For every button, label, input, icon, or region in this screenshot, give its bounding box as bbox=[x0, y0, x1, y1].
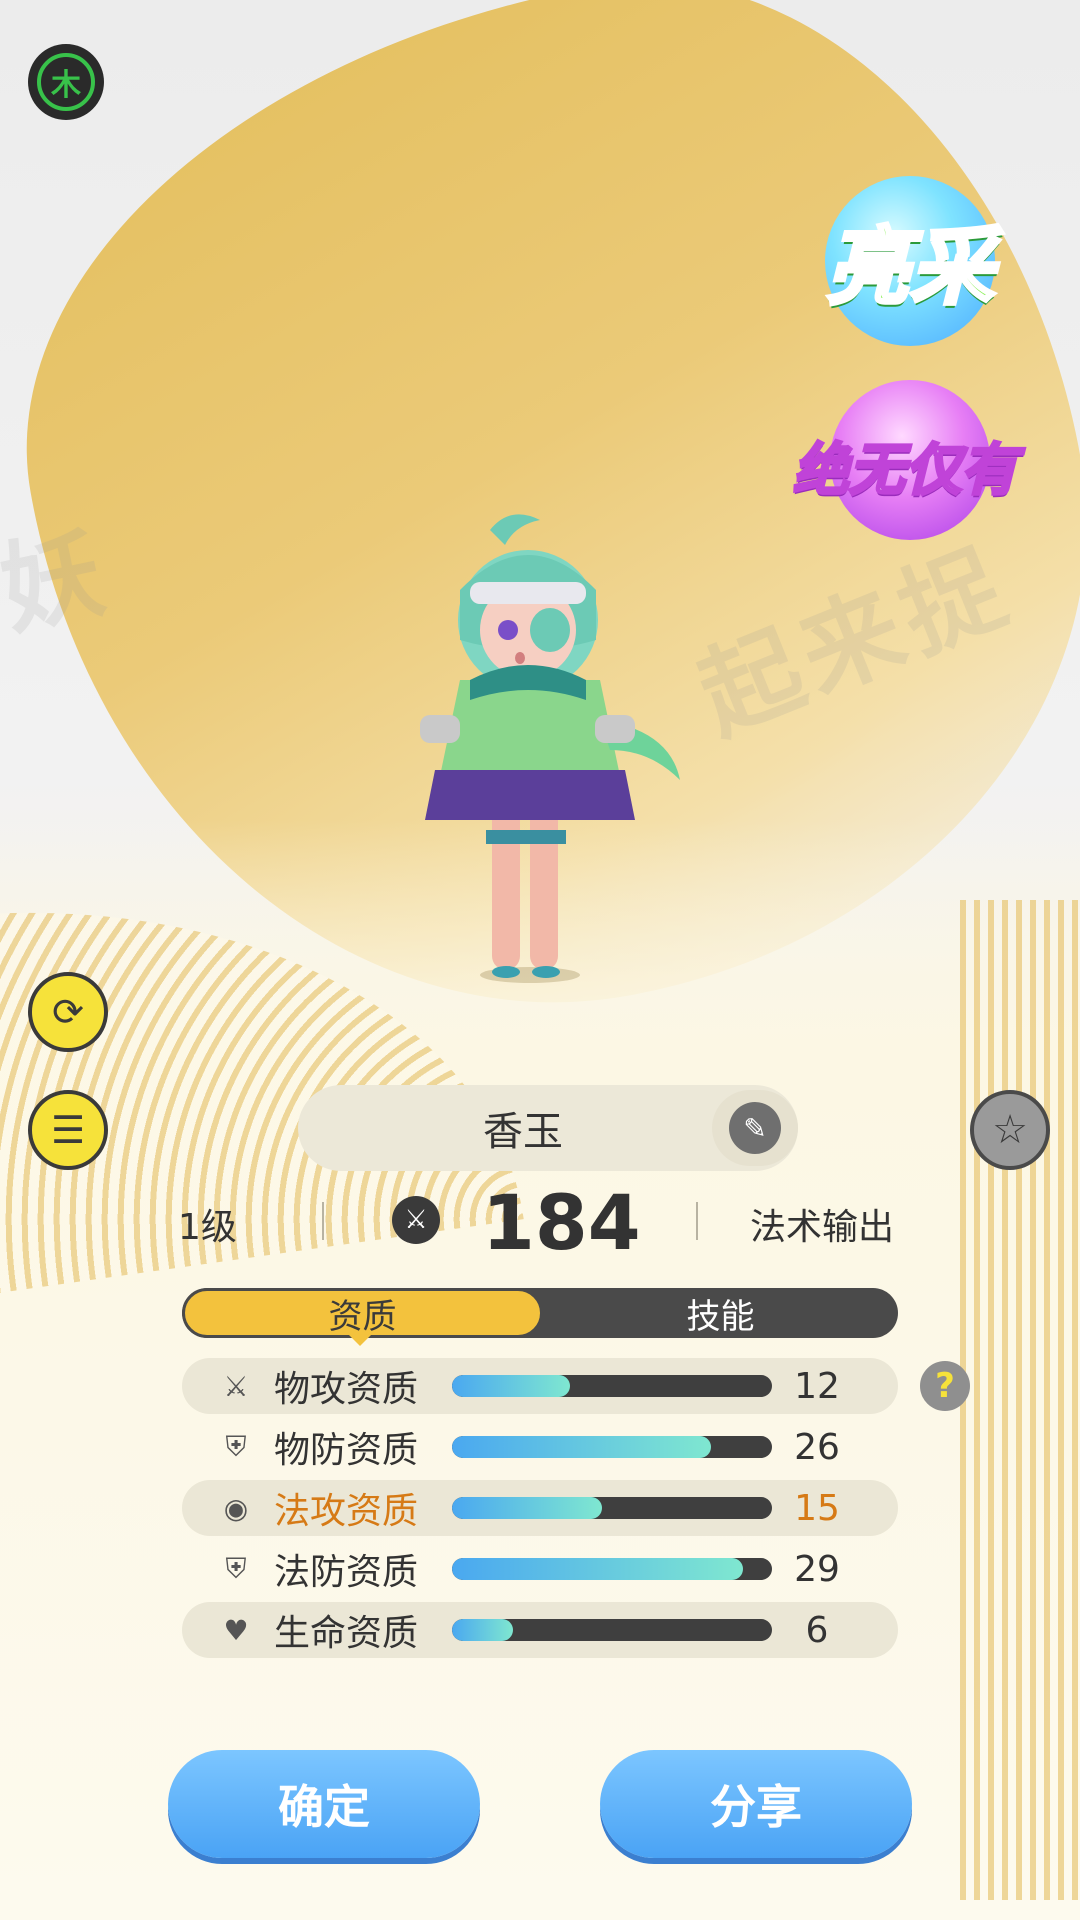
star-icon: ☆ bbox=[992, 1107, 1028, 1153]
element-label: 木 bbox=[37, 53, 95, 111]
stat-bar-fill bbox=[452, 1558, 744, 1580]
stat-value: 12 bbox=[794, 1365, 840, 1407]
tab-pointer bbox=[348, 1334, 372, 1346]
magic-orb-icon: ◉ bbox=[223, 1491, 249, 1525]
stat-bar-fill bbox=[452, 1619, 513, 1641]
stat-label: 生命资质 bbox=[274, 1613, 419, 1654]
stat-bar-fill bbox=[452, 1375, 571, 1397]
stat-value: 29 bbox=[794, 1548, 840, 1590]
unique-label: 绝无仅有 bbox=[792, 436, 1019, 504]
pet-info-row: 1级 ⚔ 184 法术输出 bbox=[0, 1178, 1080, 1267]
divider bbox=[322, 1202, 324, 1240]
unique-tag: 绝无仅有 bbox=[780, 380, 1030, 550]
help-button[interactable]: ? bbox=[920, 1361, 970, 1411]
tab-skills[interactable]: 技能 bbox=[543, 1288, 898, 1338]
stat-label: 法防资质 bbox=[274, 1552, 419, 1593]
tab-aptitude[interactable]: 资质 bbox=[182, 1288, 543, 1338]
list-button[interactable]: ☰ bbox=[28, 1090, 108, 1170]
stat-label: 物防资质 bbox=[274, 1430, 419, 1471]
aptitude-list: ⚔ 物攻资质 12 ⛨ 物防资质 26 ◉ 法攻资质 15 ⛨ 法防资质 29 … bbox=[182, 1358, 898, 1663]
share-button[interactable]: 分享 bbox=[600, 1750, 912, 1858]
stat-bar-fill bbox=[452, 1436, 712, 1458]
list-icon: ☰ bbox=[50, 1108, 86, 1152]
combat-power-value: 184 bbox=[482, 1178, 641, 1267]
heart-icon: ♥ bbox=[223, 1613, 249, 1647]
stat-row-magic-defense: ⛨ 法防资质 29 bbox=[182, 1541, 898, 1597]
stat-label: 法攻资质 bbox=[274, 1491, 419, 1532]
stat-bar bbox=[452, 1558, 772, 1580]
rarity-label: 亮采 bbox=[824, 216, 996, 318]
stat-value: 26 bbox=[794, 1426, 840, 1468]
pet-name: 香玉 bbox=[483, 1109, 563, 1155]
stat-row-physical-attack: ⚔ 物攻资质 12 bbox=[182, 1358, 898, 1414]
divider bbox=[696, 1202, 698, 1240]
confirm-button[interactable]: 确定 bbox=[168, 1750, 480, 1858]
stat-bar bbox=[452, 1497, 772, 1519]
stat-bar bbox=[452, 1375, 772, 1397]
stat-value: 6 bbox=[805, 1609, 829, 1651]
pet-role: 法术输出 bbox=[750, 1207, 895, 1248]
edit-pencil-icon: ✎ bbox=[729, 1102, 781, 1154]
stat-row-physical-defense: ⛨ 物防资质 26 bbox=[182, 1419, 898, 1475]
rotate-icon: ⟳ bbox=[52, 990, 84, 1034]
combat-power-icon: ⚔ bbox=[392, 1196, 440, 1244]
stat-bar-fill bbox=[452, 1497, 603, 1519]
pet-character[interactable] bbox=[400, 500, 700, 990]
shield-icon: ⛨ bbox=[225, 1552, 247, 1585]
rarity-tag: 亮采 bbox=[800, 170, 1020, 350]
stat-row-magic-attack: ◉ 法攻资质 15 bbox=[182, 1480, 898, 1536]
detail-tabs: 资质 技能 bbox=[182, 1288, 898, 1338]
stat-bar bbox=[452, 1436, 772, 1458]
element-badge: 木 bbox=[28, 44, 104, 120]
stat-bar bbox=[452, 1619, 772, 1641]
stat-label: 物攻资质 bbox=[274, 1369, 419, 1410]
favorite-button[interactable]: ☆ bbox=[970, 1090, 1050, 1170]
stat-row-health: ♥ 生命资质 6 bbox=[182, 1602, 898, 1658]
pet-level: 1级 bbox=[178, 1207, 237, 1248]
rename-button[interactable]: ✎ bbox=[712, 1090, 798, 1166]
stripe-decoration bbox=[960, 900, 1080, 1900]
rotate-button[interactable]: ⟳ bbox=[28, 972, 108, 1052]
stat-value: 15 bbox=[794, 1487, 840, 1529]
sword-icon: ⚔ bbox=[223, 1369, 249, 1403]
shield-icon: ⛨ bbox=[225, 1430, 247, 1463]
